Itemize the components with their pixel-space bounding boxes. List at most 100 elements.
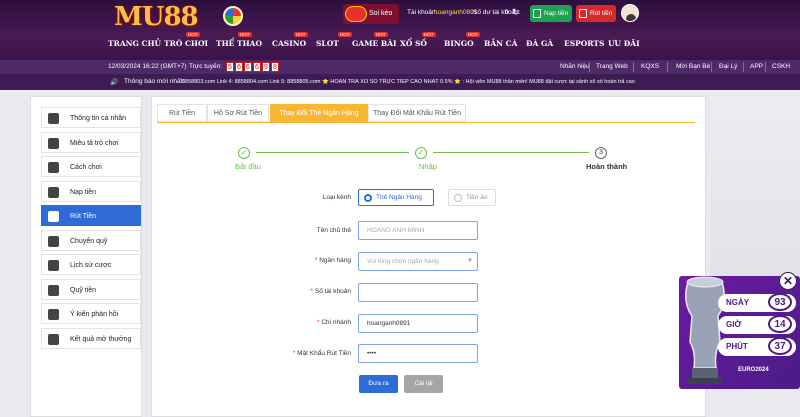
- sidebar-item[interactable]: Quỹ tiền: [41, 278, 141, 300]
- tab[interactable]: Hồ Sơ Rút Tiền: [207, 104, 269, 122]
- logo-text: MU88: [114, 2, 199, 32]
- hot-badge: HOT: [466, 32, 480, 37]
- soi-keo-button[interactable]: Soi kèo: [343, 4, 399, 24]
- hot-badge: HOT: [186, 32, 200, 37]
- account-sidebar: Thông tin cá nhân Miêu tả trò chơi Cách ch…: [30, 96, 142, 417]
- online-digit: 6: [253, 62, 261, 72]
- marquee-bar: 🔊 Thông báo mới nhất: 8858803.com Link 4…: [0, 74, 800, 90]
- sidebar-item[interactable]: Thông tin cá nhân: [41, 107, 141, 128]
- wallet-icon: [48, 284, 59, 296]
- radio-bank-card[interactable]: Thẻ Ngân Hàng: [358, 189, 434, 206]
- apple-icon: [48, 186, 59, 198]
- wallet-icon: [533, 9, 541, 18]
- soi-keo-icon: [345, 6, 367, 22]
- hot-badge: HOT: [294, 32, 308, 37]
- main-nav: TRANG CHỦ TRÒ CHƠI HOT THỂ THAO HOT CASINO HOT…: [104, 32, 652, 53]
- nav-item[interactable]: BINGO: [444, 39, 474, 48]
- withdraw-password-label: * Mật Khẩu Rút Tiền: [292, 350, 351, 357]
- hot-badge: HOT: [238, 32, 252, 37]
- channel-type-label: Loại kênh: [322, 194, 351, 201]
- link-invite[interactable]: Mời Bạn Bè: [676, 63, 710, 70]
- account-number-field[interactable]: [358, 283, 478, 302]
- link-cskh[interactable]: CSKH: [772, 63, 790, 70]
- hot-badge: HOT: [338, 32, 352, 37]
- deposit-button[interactable]: Nạp tiền: [530, 5, 572, 22]
- countdown-hours-label: GIỜ: [726, 320, 742, 329]
- nav-item[interactable]: GAME BÀI: [352, 39, 397, 48]
- nav-item[interactable]: ESPORTS: [564, 39, 604, 48]
- nav-item[interactable]: TRÒ CHƠI: [164, 39, 208, 48]
- nav-item[interactable]: THỂ THAO: [216, 39, 262, 48]
- sidebar-item[interactable]: Miêu tả trò chơi: [41, 131, 141, 153]
- sidebar-item-label: Rút Tiền: [70, 213, 97, 220]
- withdraw-button[interactable]: Rút tiền: [576, 5, 616, 22]
- close-icon[interactable]: ✕: [779, 272, 797, 290]
- tab[interactable]: Thay Đổi Mật Khẩu Rút Tiền: [368, 104, 466, 122]
- divider: [633, 62, 634, 72]
- online-label: Trực tuyến:: [189, 63, 223, 70]
- link-agent[interactable]: Đại Lý: [719, 63, 737, 70]
- bank-icon: [48, 211, 59, 222]
- radio-crypto[interactable]: Tiền ảo: [448, 189, 496, 206]
- step-number: 3: [595, 147, 607, 159]
- divider: [667, 62, 668, 72]
- sidebar-item[interactable]: Kết quả mở thưởng: [41, 327, 141, 349]
- sidebar-item[interactable]: Nạp tiền: [41, 180, 141, 202]
- countdown-minutes: PHÚT 37: [718, 337, 796, 356]
- account-label: Tài khoản:: [407, 9, 438, 16]
- nav-item[interactable]: TRANG CHỦ: [108, 39, 161, 48]
- branch-label: * Chi nhánh: [317, 319, 351, 326]
- sidebar-item[interactable]: Ý kiến phản hồi: [41, 303, 141, 324]
- account-number-label-text: Số tài khoản: [314, 288, 351, 295]
- nav-item[interactable]: ĐÁ GÀ: [526, 39, 553, 48]
- online-digit: 9: [262, 62, 270, 72]
- divider: [589, 62, 590, 72]
- mu88-logo[interactable]: MU88: [108, 2, 243, 32]
- nav-item[interactable]: SLOT: [316, 39, 339, 48]
- link-kqxs[interactable]: KQXS: [641, 63, 659, 70]
- radio-dot: [454, 194, 462, 202]
- datetime: 12/03/2024 16:22 (GMT+7): [108, 63, 187, 70]
- divider: [765, 62, 766, 72]
- bank-select[interactable]: Vui lòng chọn ngân hàng: [358, 252, 478, 271]
- sidebar-item[interactable]: Rút Tiền: [41, 205, 141, 226]
- submit-button[interactable]: Đưa ra: [359, 375, 398, 393]
- link-app[interactable]: APP: [750, 63, 763, 70]
- countdown-hours-value: 14: [768, 315, 792, 333]
- top-header: MU88 Soi kèo Tài khoản: hoanganh0891 Số …: [0, 0, 800, 60]
- nav-item[interactable]: BẮN CÁ: [484, 39, 517, 48]
- sidebar-item[interactable]: Cách chơi: [41, 156, 141, 177]
- refresh-icon[interactable]: ↻: [512, 7, 520, 18]
- withdraw-password-field[interactable]: ••••: [358, 344, 478, 363]
- user-card-icon: [48, 113, 59, 124]
- nav-item[interactable]: XỔ SỐ: [400, 39, 427, 48]
- sidebar-item[interactable]: Lịch sử cược: [41, 254, 141, 275]
- check-icon: ✓: [415, 147, 427, 159]
- background-decoration: [710, 96, 800, 276]
- owner-name-field[interactable]: HOANG ANH MINH: [358, 221, 478, 240]
- branch-field[interactable]: hoanganh0891: [358, 314, 478, 333]
- link-brand[interactable]: Nhãn hiệu: [560, 63, 590, 70]
- account-number-label: * Số tài khoản: [310, 288, 351, 295]
- online-counter: 5 6 6 6 9 8: [226, 62, 279, 72]
- bank-label-text: Ngân hàng: [319, 257, 351, 264]
- link-website[interactable]: Trang Web: [596, 63, 628, 70]
- tab[interactable]: Thay Đổi Thẻ Ngân Hàng: [270, 104, 368, 122]
- info-bar: 12/03/2024 16:22 (GMT+7) Trực tuyến: Nhã…: [0, 60, 800, 74]
- sidebar-item-label: Cách chơi: [70, 164, 102, 171]
- lucky-wheel-icon[interactable]: [223, 6, 243, 26]
- tab[interactable]: Rút Tiền: [157, 104, 207, 122]
- account-username: hoanganh0891: [434, 9, 478, 16]
- sidebar-item[interactable]: Chuyển quỹ: [41, 229, 141, 251]
- nav-item[interactable]: ƯU ĐÃI: [608, 39, 640, 48]
- step-label: Hoàn thành: [586, 162, 628, 171]
- step-connector: [256, 152, 409, 153]
- gamepad-icon: [48, 137, 59, 149]
- reset-button[interactable]: Cài lại: [404, 375, 443, 393]
- avatar[interactable]: [621, 4, 639, 22]
- nav-item[interactable]: CASINO: [272, 39, 306, 48]
- deposit-label: Nạp tiền: [544, 10, 569, 17]
- sidebar-item-label: Thông tin cá nhân: [70, 115, 127, 122]
- balance-value: 0: [505, 9, 509, 16]
- step-label: Bắt đầu: [235, 162, 261, 171]
